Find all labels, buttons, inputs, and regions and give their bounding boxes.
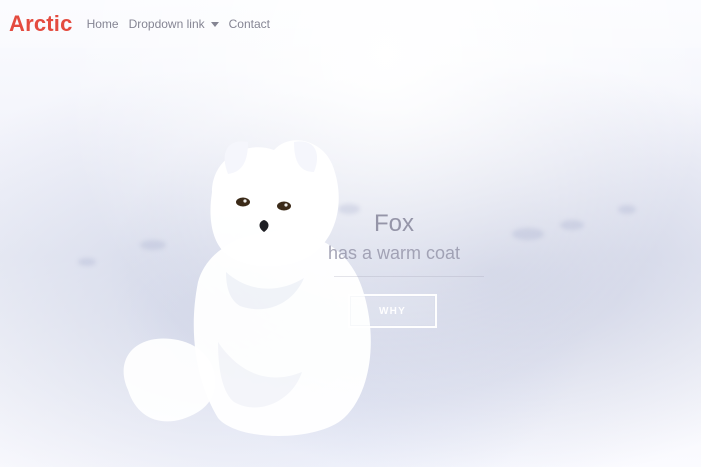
nav-link-label: Dropdown link (128, 17, 205, 31)
snow-speck (560, 220, 584, 230)
nav-link-home[interactable]: Home (87, 14, 119, 34)
hero-divider (334, 276, 484, 277)
brand-logo[interactable]: Arctic (9, 11, 73, 37)
nav-link-contact[interactable]: Contact (229, 14, 270, 34)
hero-title: Fox (373, 210, 414, 237)
snow-speck (140, 240, 166, 250)
nav-link-dropdown[interactable]: Dropdown link (129, 14, 219, 34)
snow-speck (618, 205, 636, 214)
nav-link-label: Home (86, 17, 119, 31)
hero-subtitle: has a warm coat (327, 243, 461, 263)
chevron-down-icon (210, 22, 219, 27)
primary-nav: Home Dropdown link Contact (87, 14, 270, 34)
top-navbar: Arctic Home Dropdown link Contact (0, 0, 701, 48)
snow-speck (78, 258, 96, 266)
why-button[interactable]: WHY (348, 294, 437, 328)
nav-link-label: Contact (228, 17, 270, 31)
snow-speck (512, 228, 544, 240)
